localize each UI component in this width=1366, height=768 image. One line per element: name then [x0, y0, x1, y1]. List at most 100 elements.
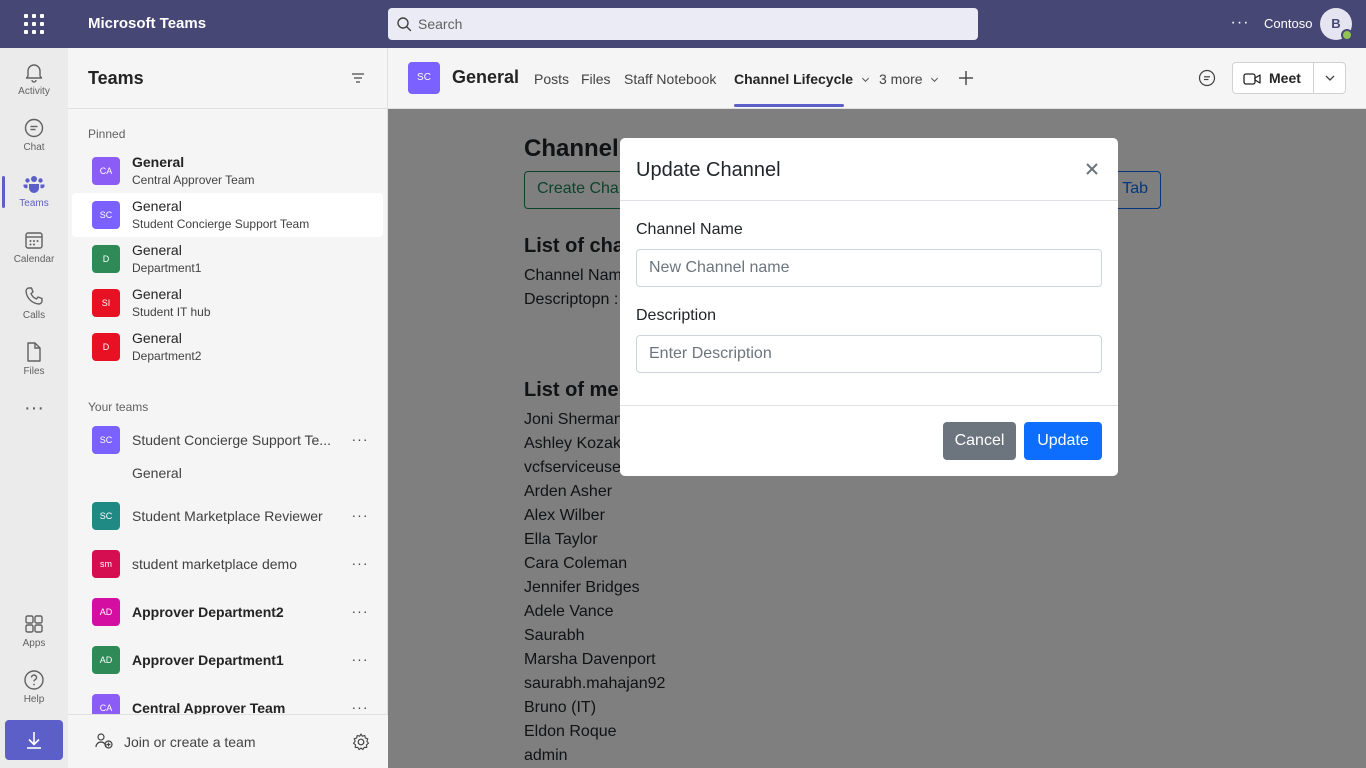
- team-more-options-button[interactable]: ···: [348, 552, 372, 576]
- team-channel-general[interactable]: General: [132, 465, 182, 481]
- team-name: Department2: [132, 349, 202, 363]
- team-name: Approver Department2: [132, 604, 284, 620]
- team-avatar: SC: [92, 502, 120, 530]
- chevron-down-icon: [931, 77, 939, 83]
- rail-chat[interactable]: Chat: [0, 108, 68, 164]
- team-avatar: D: [92, 333, 120, 361]
- team-more-options-button[interactable]: ···: [348, 428, 372, 452]
- meet-label: Meet: [1269, 70, 1301, 86]
- channel-name-label: Channel Name: [636, 221, 743, 238]
- app-rail: Activity Chat Teams Calendar Calls Files…: [0, 48, 68, 768]
- rail-label: Files: [23, 366, 45, 377]
- bell-icon: [25, 64, 43, 83]
- team-avatar: sm: [92, 550, 120, 578]
- description-input[interactable]: [636, 335, 1102, 373]
- team-name: Department1: [132, 261, 202, 275]
- org-name[interactable]: Contoso: [1264, 16, 1312, 31]
- tab-label: 3 more: [879, 71, 923, 87]
- rail-files[interactable]: Files: [0, 332, 68, 388]
- channel-team-avatar: SC: [408, 62, 440, 94]
- pinned-channel[interactable]: SI General Student IT hub: [72, 281, 383, 325]
- divider: [620, 200, 1118, 201]
- channel-name-input[interactable]: [636, 249, 1102, 287]
- teams-icon: [23, 176, 45, 193]
- rail-label: Help: [23, 694, 45, 705]
- channel-name: General: [132, 286, 182, 302]
- rail-activity[interactable]: Activity: [0, 52, 68, 108]
- team-name: Student Concierge Support Te...: [132, 432, 331, 448]
- rail-help[interactable]: Help: [0, 660, 68, 716]
- team-item[interactable]: AD Approver Department1 ···: [72, 640, 383, 680]
- gear-icon[interactable]: [351, 732, 371, 752]
- team-more-options-button[interactable]: ···: [348, 648, 372, 672]
- your-teams-label: Your teams: [88, 400, 149, 414]
- panel-footer: Join or create a team: [68, 714, 388, 768]
- team-item[interactable]: SC Student Concierge Support Te... ···: [72, 420, 383, 460]
- channel-name: General: [132, 198, 182, 214]
- phone-icon: [25, 287, 43, 305]
- rail-teams[interactable]: Teams: [0, 164, 68, 220]
- rail-more-apps-button[interactable]: ···: [0, 394, 68, 430]
- pinned-channel[interactable]: D General Department1: [72, 237, 383, 281]
- dialog-title: Update Channel: [636, 159, 781, 181]
- chevron-down-icon[interactable]: [1323, 71, 1337, 85]
- rail-label: Activity: [18, 86, 50, 97]
- team-item[interactable]: sm student marketplace demo ···: [72, 544, 383, 584]
- team-name: Student Concierge Support Team: [132, 217, 310, 231]
- team-item[interactable]: SC Student Marketplace Reviewer ···: [72, 496, 383, 536]
- tab-more[interactable]: 3 more: [879, 71, 939, 87]
- description-label: Description: [636, 307, 717, 324]
- settings-more-button[interactable]: ···: [1228, 10, 1252, 38]
- team-avatar: AD: [92, 598, 120, 626]
- calendar-icon: [25, 232, 43, 249]
- presence-available-icon: [1341, 29, 1353, 41]
- top-bar: Microsoft Teams ··· Contoso B: [0, 0, 1366, 48]
- chevron-down-icon: [861, 77, 869, 83]
- update-button[interactable]: Update: [1024, 422, 1102, 460]
- add-tab-icon[interactable]: [956, 68, 976, 88]
- filter-icon[interactable]: [350, 70, 366, 86]
- conversation-icon[interactable]: [1197, 68, 1217, 88]
- meet-button[interactable]: Meet: [1232, 62, 1346, 94]
- team-avatar: AD: [92, 646, 120, 674]
- pinned-channel[interactable]: CA General Central Approver Team: [72, 149, 383, 193]
- divider: [620, 405, 1118, 406]
- tab-channel-lifecycle[interactable]: Channel Lifecycle: [734, 71, 870, 87]
- file-icon: [27, 342, 41, 362]
- help-icon: [24, 670, 44, 690]
- app-title: Microsoft Teams: [88, 15, 207, 32]
- close-icon[interactable]: [1082, 158, 1102, 180]
- join-or-create-team-link[interactable]: Join or create a team: [124, 734, 256, 750]
- team-avatar: SI: [92, 289, 120, 317]
- tab-label: Channel Lifecycle: [734, 71, 854, 87]
- chat-icon: [24, 118, 44, 138]
- rail-calendar[interactable]: Calendar: [0, 220, 68, 276]
- tab-posts[interactable]: Posts: [534, 71, 569, 87]
- rail-calls[interactable]: Calls: [0, 276, 68, 332]
- tab-staff-notebook[interactable]: Staff Notebook: [624, 71, 716, 87]
- download-icon: [27, 732, 41, 749]
- search-input[interactable]: [418, 8, 958, 40]
- team-avatar: SC: [92, 426, 120, 454]
- channel-name: General: [132, 154, 185, 170]
- app-launcher-icon[interactable]: [22, 12, 46, 36]
- pinned-channel[interactable]: D General Department2: [72, 325, 383, 369]
- rail-label: Teams: [19, 198, 49, 209]
- team-more-options-button[interactable]: ···: [348, 600, 372, 624]
- pinned-channel[interactable]: SC General Student Concierge Support Tea…: [72, 193, 383, 237]
- download-button[interactable]: [5, 720, 63, 760]
- divider: [1313, 63, 1314, 93]
- search-box[interactable]: [388, 8, 978, 40]
- divider: [68, 108, 388, 109]
- tab-files[interactable]: Files: [581, 71, 611, 87]
- video-camera-icon: [1243, 73, 1261, 85]
- team-name: student marketplace demo: [132, 556, 297, 572]
- rail-label: Calendar: [13, 254, 55, 265]
- rail-label: Calls: [22, 310, 46, 321]
- cancel-button[interactable]: Cancel: [943, 422, 1016, 460]
- channel-header: SC General Posts Files Staff Notebook Ch…: [388, 48, 1366, 109]
- team-item[interactable]: AD Approver Department2 ···: [72, 592, 383, 632]
- team-more-options-button[interactable]: ···: [348, 504, 372, 528]
- rail-label: Chat: [23, 142, 45, 153]
- rail-apps[interactable]: Apps: [0, 604, 68, 660]
